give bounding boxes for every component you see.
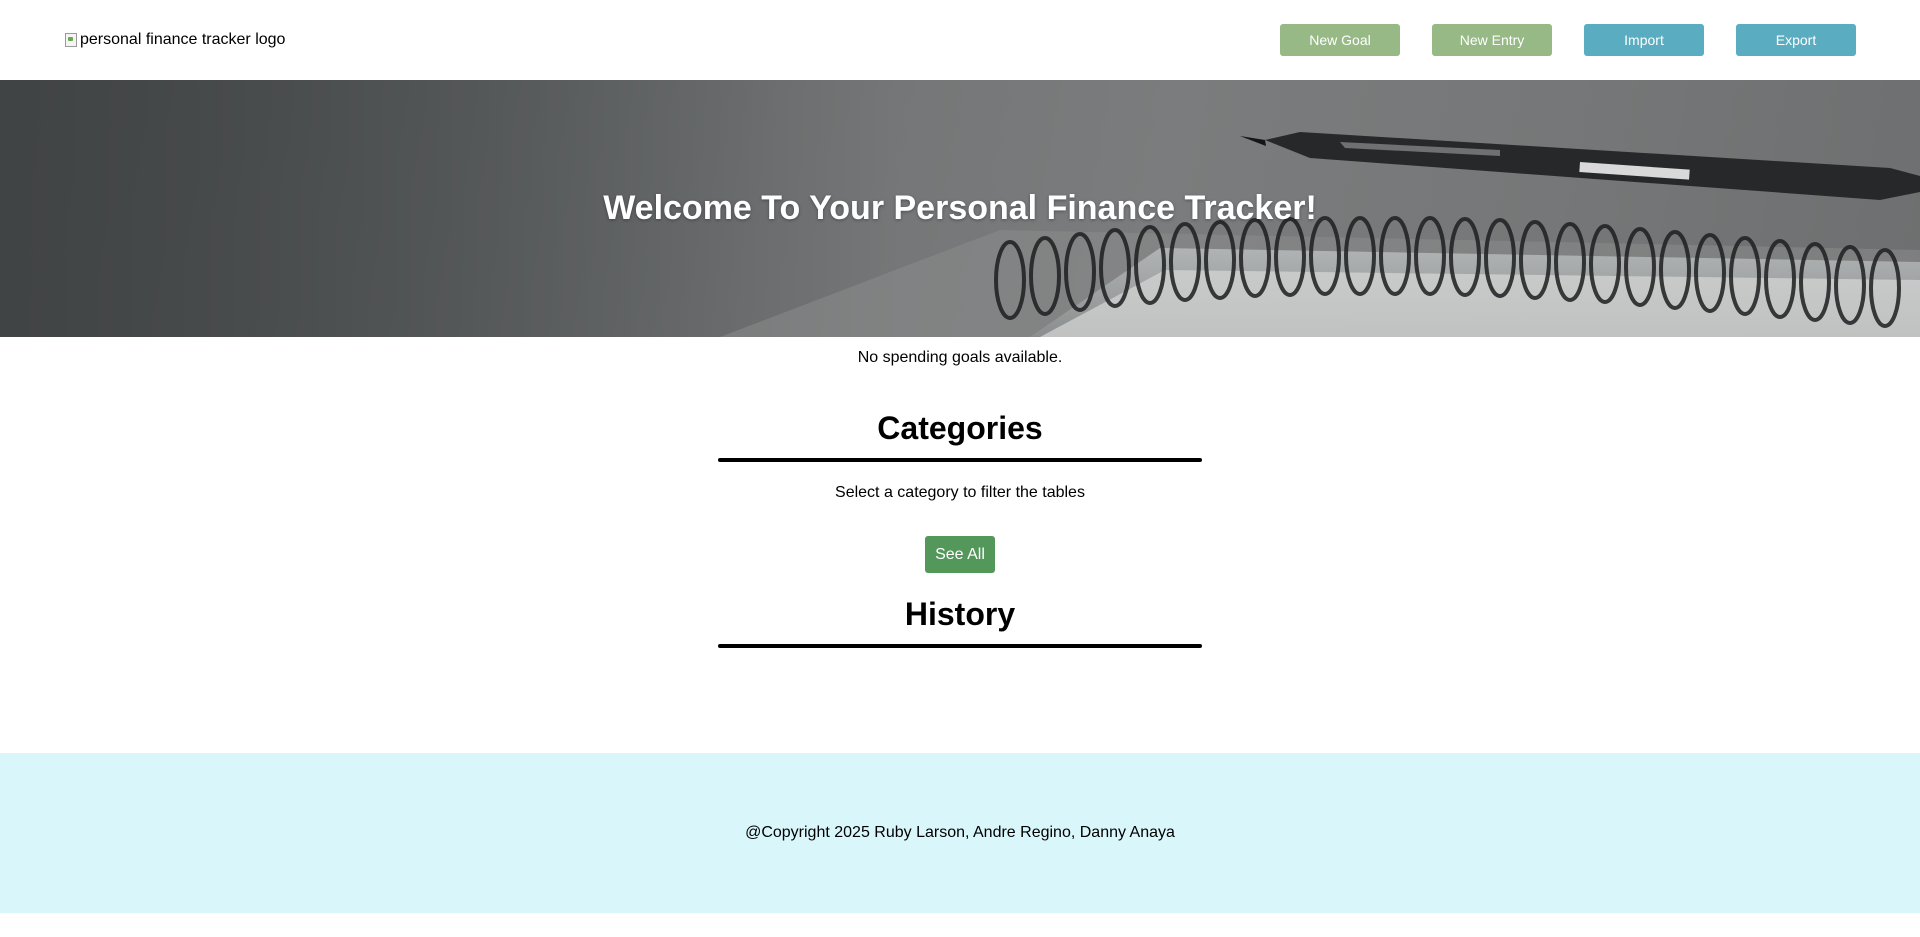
site-header: personal finance tracker logo New Goal N…: [0, 0, 1920, 80]
history-heading: History: [904, 596, 1016, 632]
logo-alt-text: personal finance tracker logo: [80, 31, 286, 48]
categories-heading: Categories: [877, 410, 1043, 446]
site-footer: @Copyright 2025 Ruby Larson, Andre Regin…: [0, 753, 1920, 913]
copyright-text: @Copyright 2025 Ruby Larson, Andre Regin…: [745, 824, 1175, 841]
see-all-button[interactable]: See All: [925, 536, 995, 573]
new-entry-button[interactable]: New Entry: [1432, 24, 1552, 56]
new-goal-button[interactable]: New Goal: [1280, 24, 1400, 56]
history-divider: [718, 644, 1202, 648]
categories-divider: [718, 458, 1202, 462]
category-filter-hint: Select a category to filter the tables: [835, 484, 1085, 501]
hero-title: Welcome To Your Personal Finance Tracker…: [603, 189, 1317, 227]
hero-banner: Welcome To Your Personal Finance Tracker…: [0, 80, 1920, 337]
export-button[interactable]: Export: [1736, 24, 1856, 56]
broken-image-icon: [64, 32, 78, 48]
logo[interactable]: personal finance tracker logo: [64, 30, 285, 50]
no-goals-message: No spending goals available.: [857, 349, 1063, 366]
import-button[interactable]: Import: [1584, 24, 1704, 56]
